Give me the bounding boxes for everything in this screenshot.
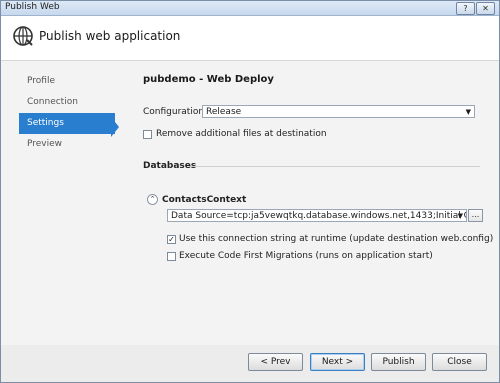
connection-string-select[interactable]: Data Source=tcp:ja5vewqtkq.database.wind… (167, 209, 467, 222)
remove-files-checkbox[interactable] (143, 130, 152, 139)
configuration-select[interactable]: Release ▼ (202, 105, 475, 118)
sidebar-item-profile[interactable]: Profile (19, 71, 115, 92)
prev-button[interactable]: < Prev (248, 353, 303, 371)
profile-title: pubdemo - Web Deploy (143, 74, 274, 85)
migrations-checkbox[interactable] (167, 252, 176, 261)
collapse-icon[interactable]: ⌃ (147, 194, 158, 205)
remove-files-label: Remove additional files at destination (156, 129, 327, 139)
publish-web-dialog: Publish Web ? ✕ Publish web application … (0, 0, 500, 383)
dialog-header: Publish web application (1, 16, 499, 61)
title-bar[interactable]: Publish Web ? ✕ (1, 1, 499, 16)
active-item-pointer (111, 117, 119, 137)
close-window-button[interactable]: ✕ (476, 2, 495, 15)
globe-icon (13, 26, 33, 46)
help-button[interactable]: ? (456, 2, 475, 15)
publish-button[interactable]: Publish (371, 353, 426, 371)
use-connection-checkbox[interactable]: ✓ (167, 235, 176, 244)
sidebar-item-settings[interactable]: Settings (19, 113, 115, 134)
migrations-label: Execute Code First Migrations (runs on a… (179, 251, 433, 261)
sidebar-item-connection[interactable]: Connection (19, 92, 115, 113)
window-title: Publish Web (5, 2, 60, 12)
chevron-down-icon: ▼ (465, 108, 471, 116)
use-connection-label: Use this connection string at runtime (u… (179, 234, 494, 244)
configuration-value: Release (206, 107, 242, 117)
db-context-name: ContactsContext (162, 195, 247, 205)
databases-separator (190, 166, 480, 167)
databases-heading: Databases (143, 161, 197, 171)
next-button[interactable]: Next > (310, 353, 365, 371)
close-button[interactable]: Close (432, 353, 487, 371)
browse-button[interactable]: ... (468, 209, 483, 222)
configuration-label: Configuration: (143, 107, 208, 117)
sidebar-item-preview[interactable]: Preview (19, 134, 115, 155)
chevron-down-icon: ▼ (457, 212, 463, 220)
wizard-sidebar: Profile Connection Settings Preview (19, 71, 119, 155)
dialog-title: Publish web application (39, 29, 181, 43)
connection-string-value: Data Source=tcp:ja5vewqtkq.database.wind… (171, 211, 466, 221)
